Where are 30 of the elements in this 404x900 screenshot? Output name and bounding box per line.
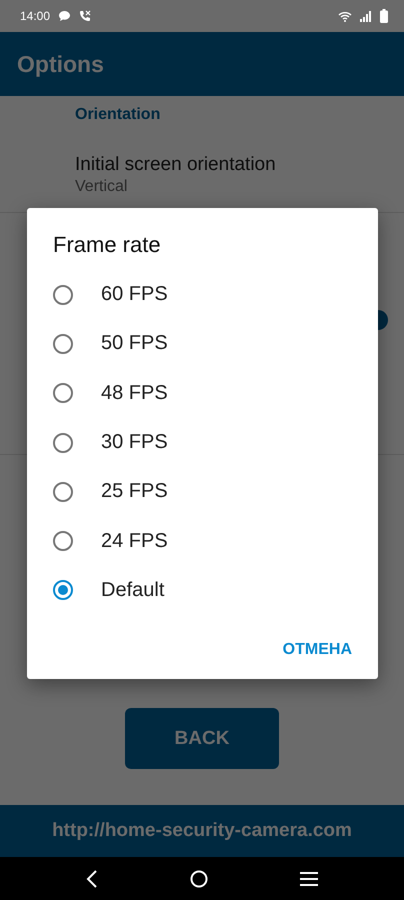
radio-button[interactable] <box>53 580 73 600</box>
phone-icon <box>79 10 92 22</box>
option-label[interactable]: 24 FPS <box>101 530 168 553</box>
radio-button[interactable] <box>53 334 73 354</box>
radio-button[interactable] <box>53 432 73 453</box>
radio-button[interactable] <box>53 531 73 552</box>
battery-icon <box>380 9 388 23</box>
option-label[interactable]: 30 FPS <box>101 431 168 454</box>
status-time: 14:00 <box>20 9 50 23</box>
screen-title: Options <box>17 50 104 78</box>
option-label[interactable]: 48 FPS <box>101 382 168 405</box>
category-header: Orientation <box>74 105 162 125</box>
radio-button[interactable] <box>53 482 73 502</box>
radio-button[interactable] <box>53 383 73 404</box>
radio-button[interactable] <box>53 284 73 305</box>
back-icon[interactable] <box>86 870 98 888</box>
option-label[interactable]: 25 FPS <box>101 480 168 504</box>
chat-bubble-icon <box>58 10 72 22</box>
home-icon[interactable] <box>190 870 208 888</box>
signal-icon <box>360 10 372 22</box>
preference-title[interactable]: Initial screen orientation <box>75 154 404 176</box>
cancel-button[interactable]: ОТМЕНА <box>280 635 354 666</box>
menu-icon[interactable] <box>300 870 318 886</box>
switch-thumb-icon[interactable] <box>378 310 388 330</box>
option-label[interactable]: Default <box>101 578 164 602</box>
wifi-icon <box>338 10 352 22</box>
option-label[interactable]: 50 FPS <box>101 332 168 356</box>
dialog-title: Frame rate <box>53 232 162 258</box>
preference-summary: Vertical <box>75 178 128 196</box>
option-label[interactable]: 60 FPS <box>101 283 168 306</box>
